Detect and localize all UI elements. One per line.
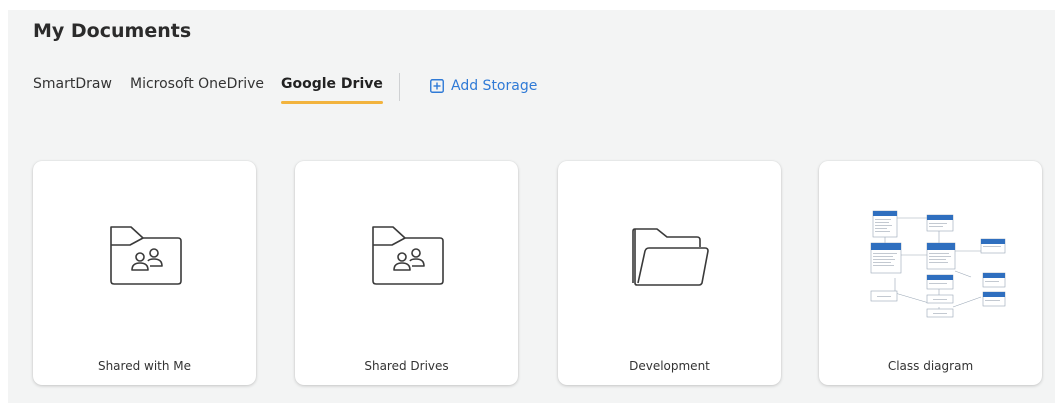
folder-card-shared-with-me[interactable]: Shared with Me: [33, 161, 256, 385]
tab-microsoft-onedrive[interactable]: Microsoft OneDrive: [130, 76, 264, 92]
card-label: Shared Drives: [364, 359, 449, 373]
folder-card-shared-drives[interactable]: Shared Drives: [295, 161, 518, 385]
add-storage-button[interactable]: Add Storage: [430, 78, 537, 94]
shared-folder-icon: [33, 223, 256, 303]
card-label: Class diagram: [887, 359, 974, 373]
active-tab-underline: [281, 101, 383, 104]
class-diagram-thumbnail: [855, 203, 1007, 328]
tab-google-drive-label: Google Drive: [281, 76, 383, 92]
folder-card-development[interactable]: Development: [558, 161, 781, 385]
open-folder-icon: [558, 223, 781, 303]
tab-smartdraw[interactable]: SmartDraw: [33, 76, 112, 92]
document-card-class-diagram[interactable]: Class diagram: [819, 161, 1042, 385]
tabs-divider: [399, 73, 400, 101]
plus-square-icon: [430, 79, 444, 93]
add-storage-label: Add Storage: [451, 78, 538, 94]
card-label: Shared with Me: [97, 359, 192, 373]
shared-folder-icon: [295, 223, 518, 303]
page-title: My Documents: [33, 20, 192, 42]
tab-google-drive[interactable]: Google Drive: [281, 76, 383, 104]
card-label: Development: [629, 359, 710, 373]
documents-panel: My Documents SmartDraw Microsoft OneDriv…: [8, 10, 1055, 403]
